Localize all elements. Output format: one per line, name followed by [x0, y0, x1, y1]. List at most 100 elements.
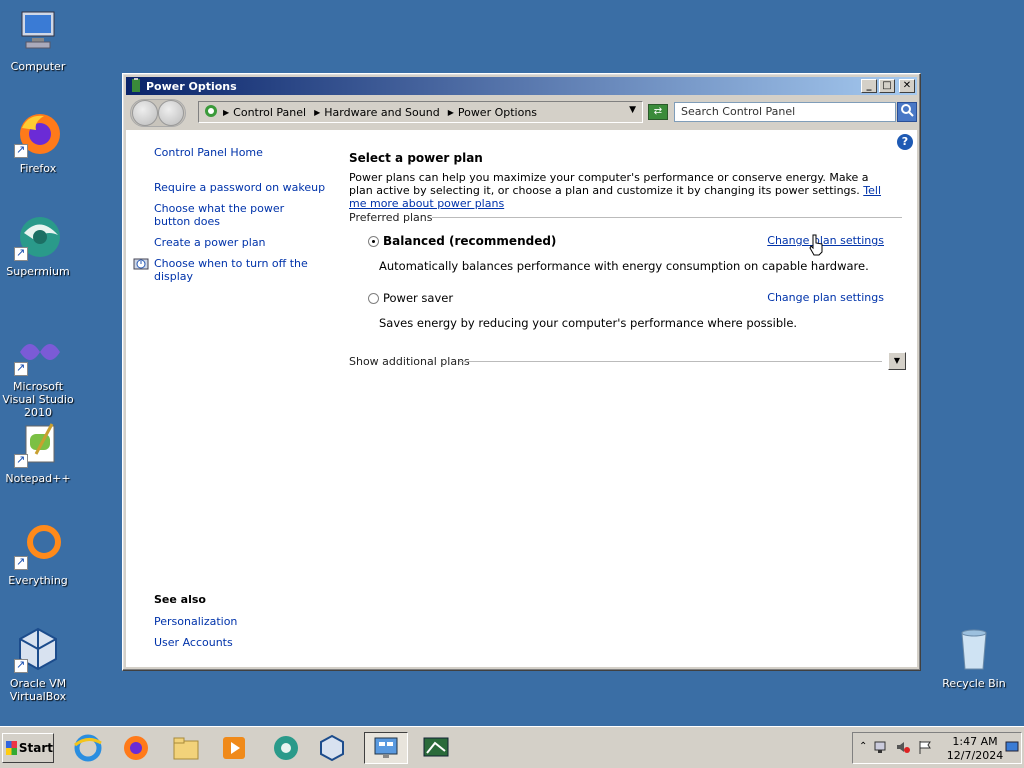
breadcrumb-power-options[interactable]: Power Options [458, 106, 537, 119]
control-panel-icon [374, 737, 398, 758]
desktop-icon-everything[interactable]: Everything [0, 522, 76, 587]
page-description: Power plans can help you maximize your c… [349, 171, 889, 210]
remote-desktop-icon [423, 737, 449, 757]
plan-radio-balanced[interactable] [368, 236, 379, 247]
desktop-icon-label: Supermium [6, 265, 70, 278]
taskbar-firefox[interactable] [118, 732, 154, 764]
breadcrumb-chevron-icon: ▶ [223, 107, 230, 117]
divider [432, 217, 902, 218]
preferred-plans-label: Preferred plans [349, 211, 433, 224]
power-options-window: Power Options _ □ ✕ ▶ Control Panel ▶ Ha… [122, 73, 921, 671]
shortcut-arrow-icon [14, 143, 28, 158]
shortcut-arrow-icon [14, 453, 28, 468]
desktop-icon-computer[interactable]: Computer [0, 8, 76, 73]
breadcrumb-chevron-icon[interactable]: ▶ [448, 108, 454, 117]
breadcrumb-hardware-sound[interactable]: Hardware and Sound [324, 106, 439, 119]
window-title: Power Options [146, 79, 237, 93]
desktop-icon-recycle-bin[interactable]: Recycle Bin [936, 625, 1012, 690]
internet-explorer-icon [74, 734, 102, 762]
desktop-icon-visual-studio[interactable]: Microsoft Visual Studio 2010 [0, 328, 76, 419]
clock-date: 12/7/2024 [946, 749, 1004, 762]
address-bar[interactable]: ▶ Control Panel ▶ Hardware and Sound ▶ P… [198, 101, 643, 123]
recycle-bin-icon [950, 625, 998, 673]
network-icon[interactable] [873, 739, 889, 758]
forward-button[interactable] [158, 100, 184, 126]
change-plan-settings-power-saver[interactable]: Change plan settings [767, 291, 884, 304]
desktop-icon-label: Microsoft Visual Studio 2010 [2, 380, 74, 419]
taskbar-virtualbox[interactable] [314, 732, 350, 764]
sidebar-item-display-off[interactable]: Choose when to turn off the display [154, 257, 314, 283]
clock[interactable]: 1:47 AM 12/7/2024 [945, 735, 1005, 763]
refresh-button[interactable]: ⇄ [648, 104, 668, 120]
desktop-icon-label: Notepad++ [5, 472, 71, 485]
title-bar[interactable]: Power Options _ □ ✕ [126, 77, 917, 95]
shortcut-arrow-icon [14, 246, 28, 261]
search-input[interactable]: Search Control Panel [674, 102, 896, 122]
shortcut-arrow-icon [14, 555, 28, 570]
close-button[interactable]: ✕ [899, 79, 915, 93]
search-button[interactable] [897, 102, 917, 122]
taskbar-supermium[interactable] [268, 732, 304, 764]
desktop-icon-supermium[interactable]: Supermium [0, 213, 76, 278]
sidebar-item-create-plan[interactable]: Create a power plan [154, 236, 266, 249]
hand-cursor-icon [808, 234, 824, 256]
taskbar-internet-explorer[interactable] [70, 732, 106, 764]
desktop-icon-firefox[interactable]: Firefox [0, 110, 76, 175]
desktop-icon-notepadpp[interactable]: Notepad++ [0, 420, 76, 485]
breadcrumb-chevron-icon[interactable]: ▶ [314, 108, 320, 117]
breadcrumb-control-panel[interactable]: Control Panel [233, 106, 306, 119]
volume-muted-icon[interactable] [895, 739, 911, 758]
show-desktop-icon[interactable] [1005, 740, 1019, 757]
desktop-icon-label: Recycle Bin [942, 677, 1006, 690]
back-button[interactable] [132, 100, 158, 126]
desktop-icon-label: Firefox [19, 162, 57, 175]
start-button[interactable]: Start [2, 733, 54, 763]
computer-icon [14, 8, 62, 56]
see-also-personalization[interactable]: Personalization [154, 615, 237, 628]
navigation-bar: ▶ Control Panel ▶ Hardware and Sound ▶ P… [126, 97, 917, 129]
start-label: Start [18, 741, 53, 755]
taskbar-media-player[interactable] [216, 732, 252, 764]
description-text: Power plans can help you maximize your c… [349, 171, 869, 197]
power-options-icon [129, 78, 143, 93]
help-icon[interactable]: ? [897, 134, 913, 150]
expand-additional-plans-button[interactable]: ▼ [888, 352, 906, 370]
plan-desc-power-saver: Saves energy by reducing your computer's… [379, 316, 798, 330]
taskbar-explorer[interactable] [168, 732, 204, 764]
control-panel-icon [203, 104, 219, 121]
windows-flag-icon [6, 741, 17, 755]
maximize-button[interactable]: □ [879, 79, 895, 93]
page-title: Select a power plan [349, 151, 483, 165]
folder-icon [173, 737, 199, 760]
action-center-flag-icon[interactable] [917, 739, 933, 758]
desktop-icon-virtualbox[interactable]: Oracle VM VirtualBox [0, 625, 76, 703]
address-dropdown-icon[interactable]: ▼ [629, 105, 636, 115]
shortcut-arrow-icon [14, 658, 28, 673]
virtualbox-icon [14, 625, 62, 673]
minimize-button[interactable]: _ [861, 79, 877, 93]
notepadpp-icon [14, 420, 62, 468]
system-tray: ⌃ 1:47 AM 12/7/2024 [852, 732, 1022, 764]
sidebar-item-power-button[interactable]: Choose what the power button does [154, 202, 314, 228]
taskbar-remote-desktop[interactable] [414, 732, 458, 764]
plan-radio-power-saver[interactable] [368, 293, 379, 304]
plan-name-balanced[interactable]: Balanced (recommended) [383, 234, 556, 248]
content-pane: ? Control Panel Home Require a password … [126, 130, 917, 667]
shortcut-arrow-icon [14, 361, 28, 376]
show-additional-plans-label[interactable]: Show additional plans [349, 355, 470, 368]
firefox-icon [124, 736, 148, 760]
virtualbox-icon [320, 734, 344, 762]
supermium-icon [14, 213, 62, 261]
plan-name-power-saver[interactable]: Power saver [383, 291, 453, 305]
display-clock-icon [133, 257, 149, 273]
see-also-user-accounts[interactable]: User Accounts [154, 636, 233, 649]
sidebar-control-panel-home[interactable]: Control Panel Home [154, 146, 263, 159]
media-player-icon [223, 737, 245, 759]
sidebar-item-require-password[interactable]: Require a password on wakeup [154, 181, 325, 194]
desktop-icon-label: Everything [8, 574, 68, 587]
see-also-title: See also [154, 593, 206, 606]
taskbar-control-panel[interactable] [364, 732, 408, 764]
change-plan-settings-balanced[interactable]: Change plan settings [767, 234, 884, 247]
divider [459, 361, 882, 362]
tray-expand-icon[interactable]: ⌃ [859, 741, 867, 752]
